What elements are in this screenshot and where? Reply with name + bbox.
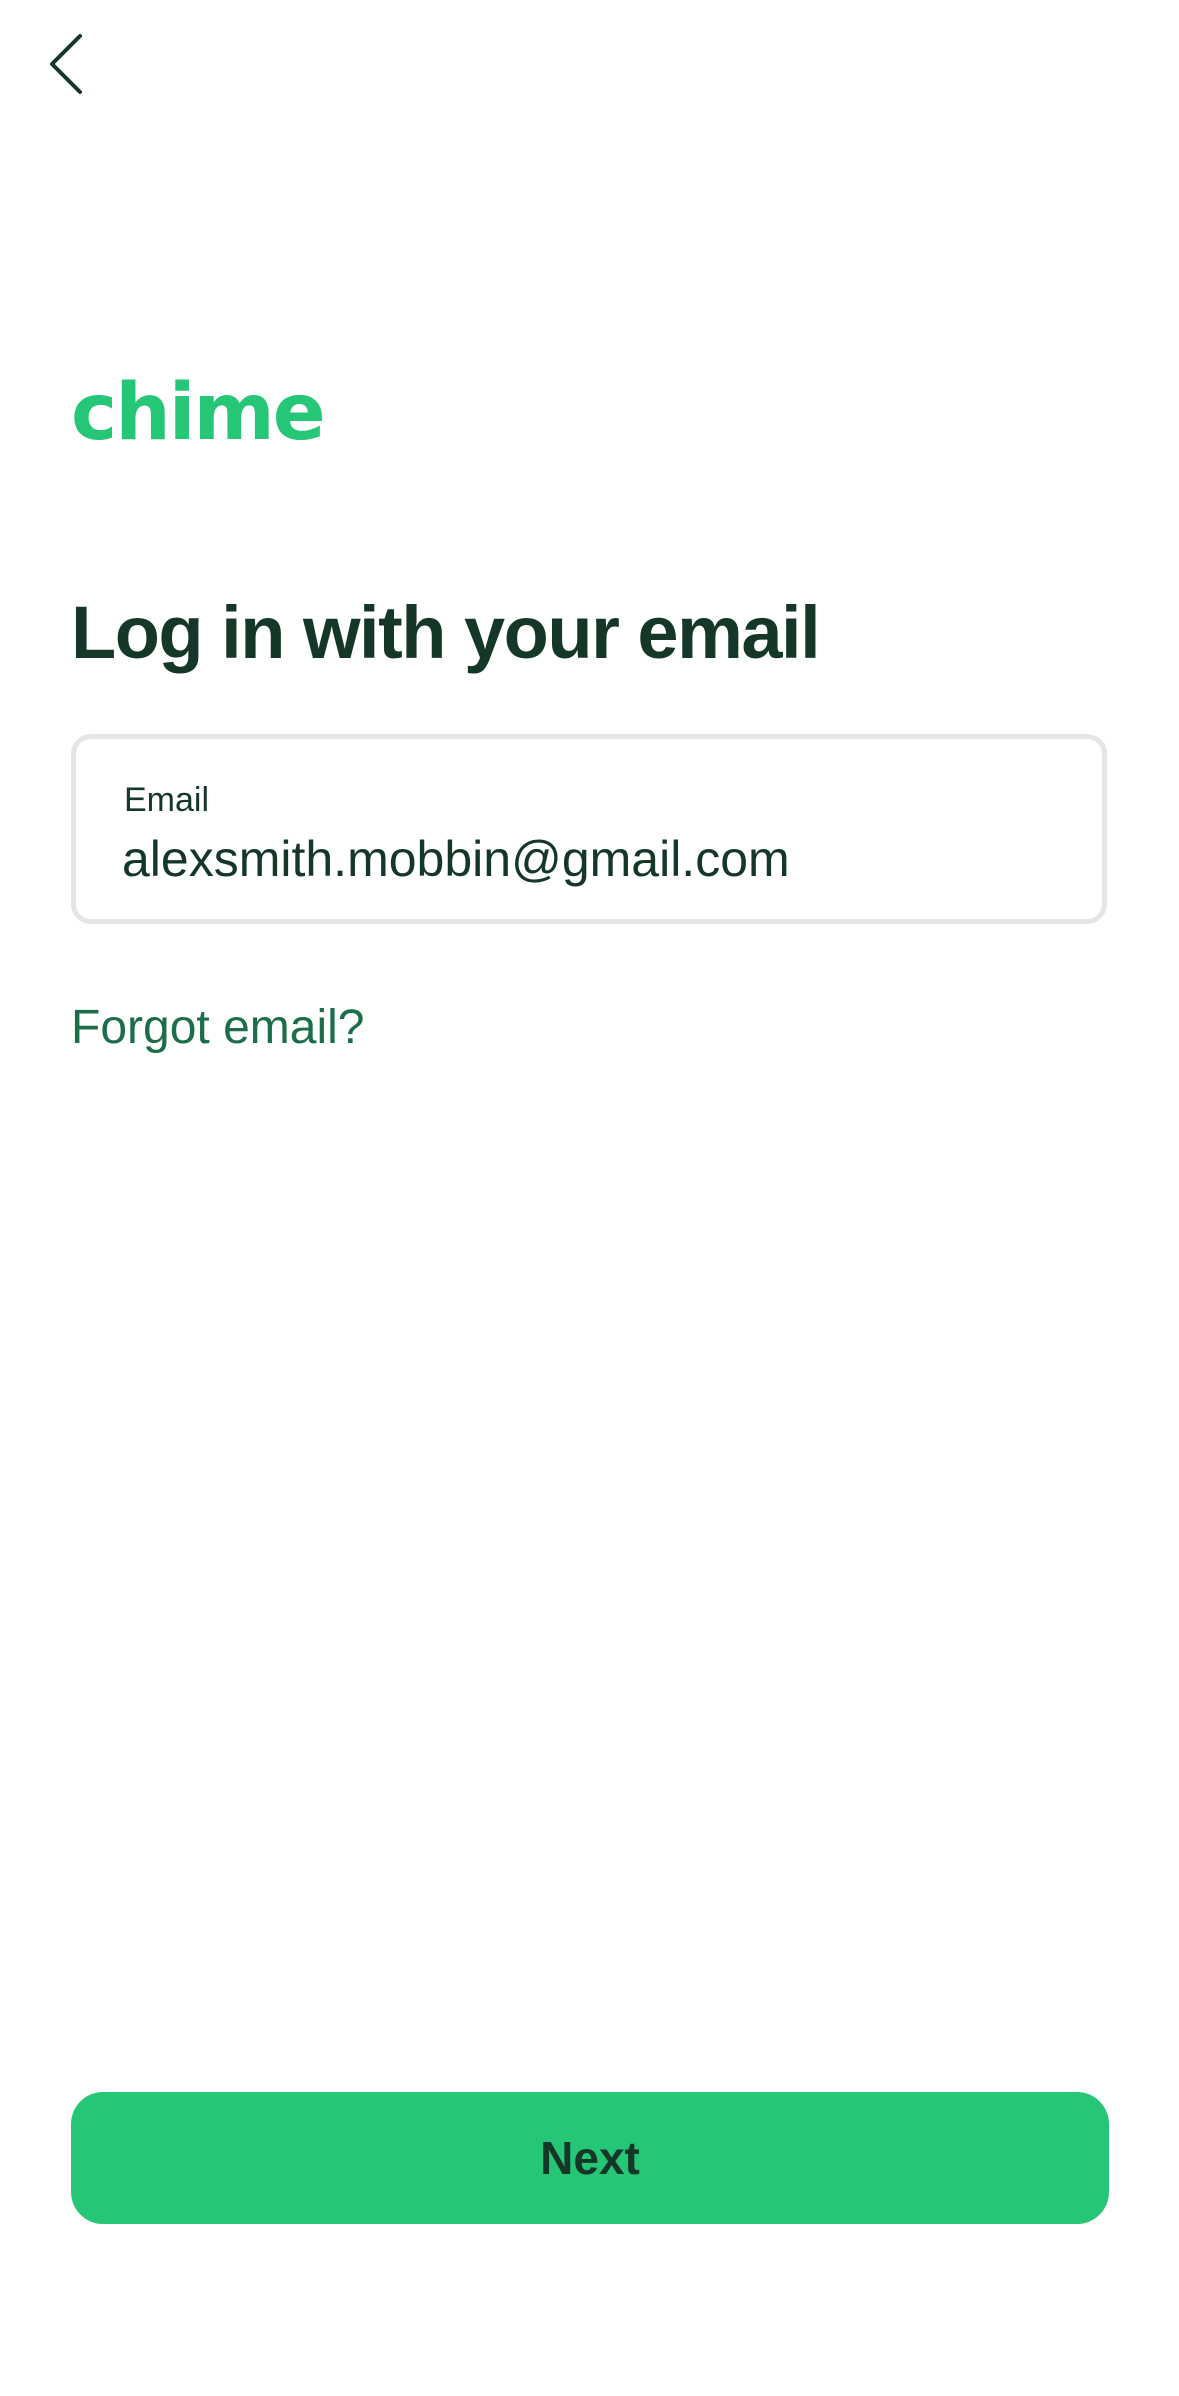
back-button[interactable] — [36, 26, 96, 102]
email-field-container[interactable]: Email — [71, 734, 1107, 924]
chevron-left-icon — [50, 34, 82, 94]
chime-logo: chime — [71, 368, 326, 458]
next-button[interactable]: Next — [71, 2092, 1109, 2224]
page-title: Log in with your email — [71, 591, 821, 674]
email-input[interactable] — [122, 829, 1062, 889]
email-field-label: Email — [124, 781, 210, 819]
forgot-email-link[interactable]: Forgot email? — [71, 1004, 364, 1052]
